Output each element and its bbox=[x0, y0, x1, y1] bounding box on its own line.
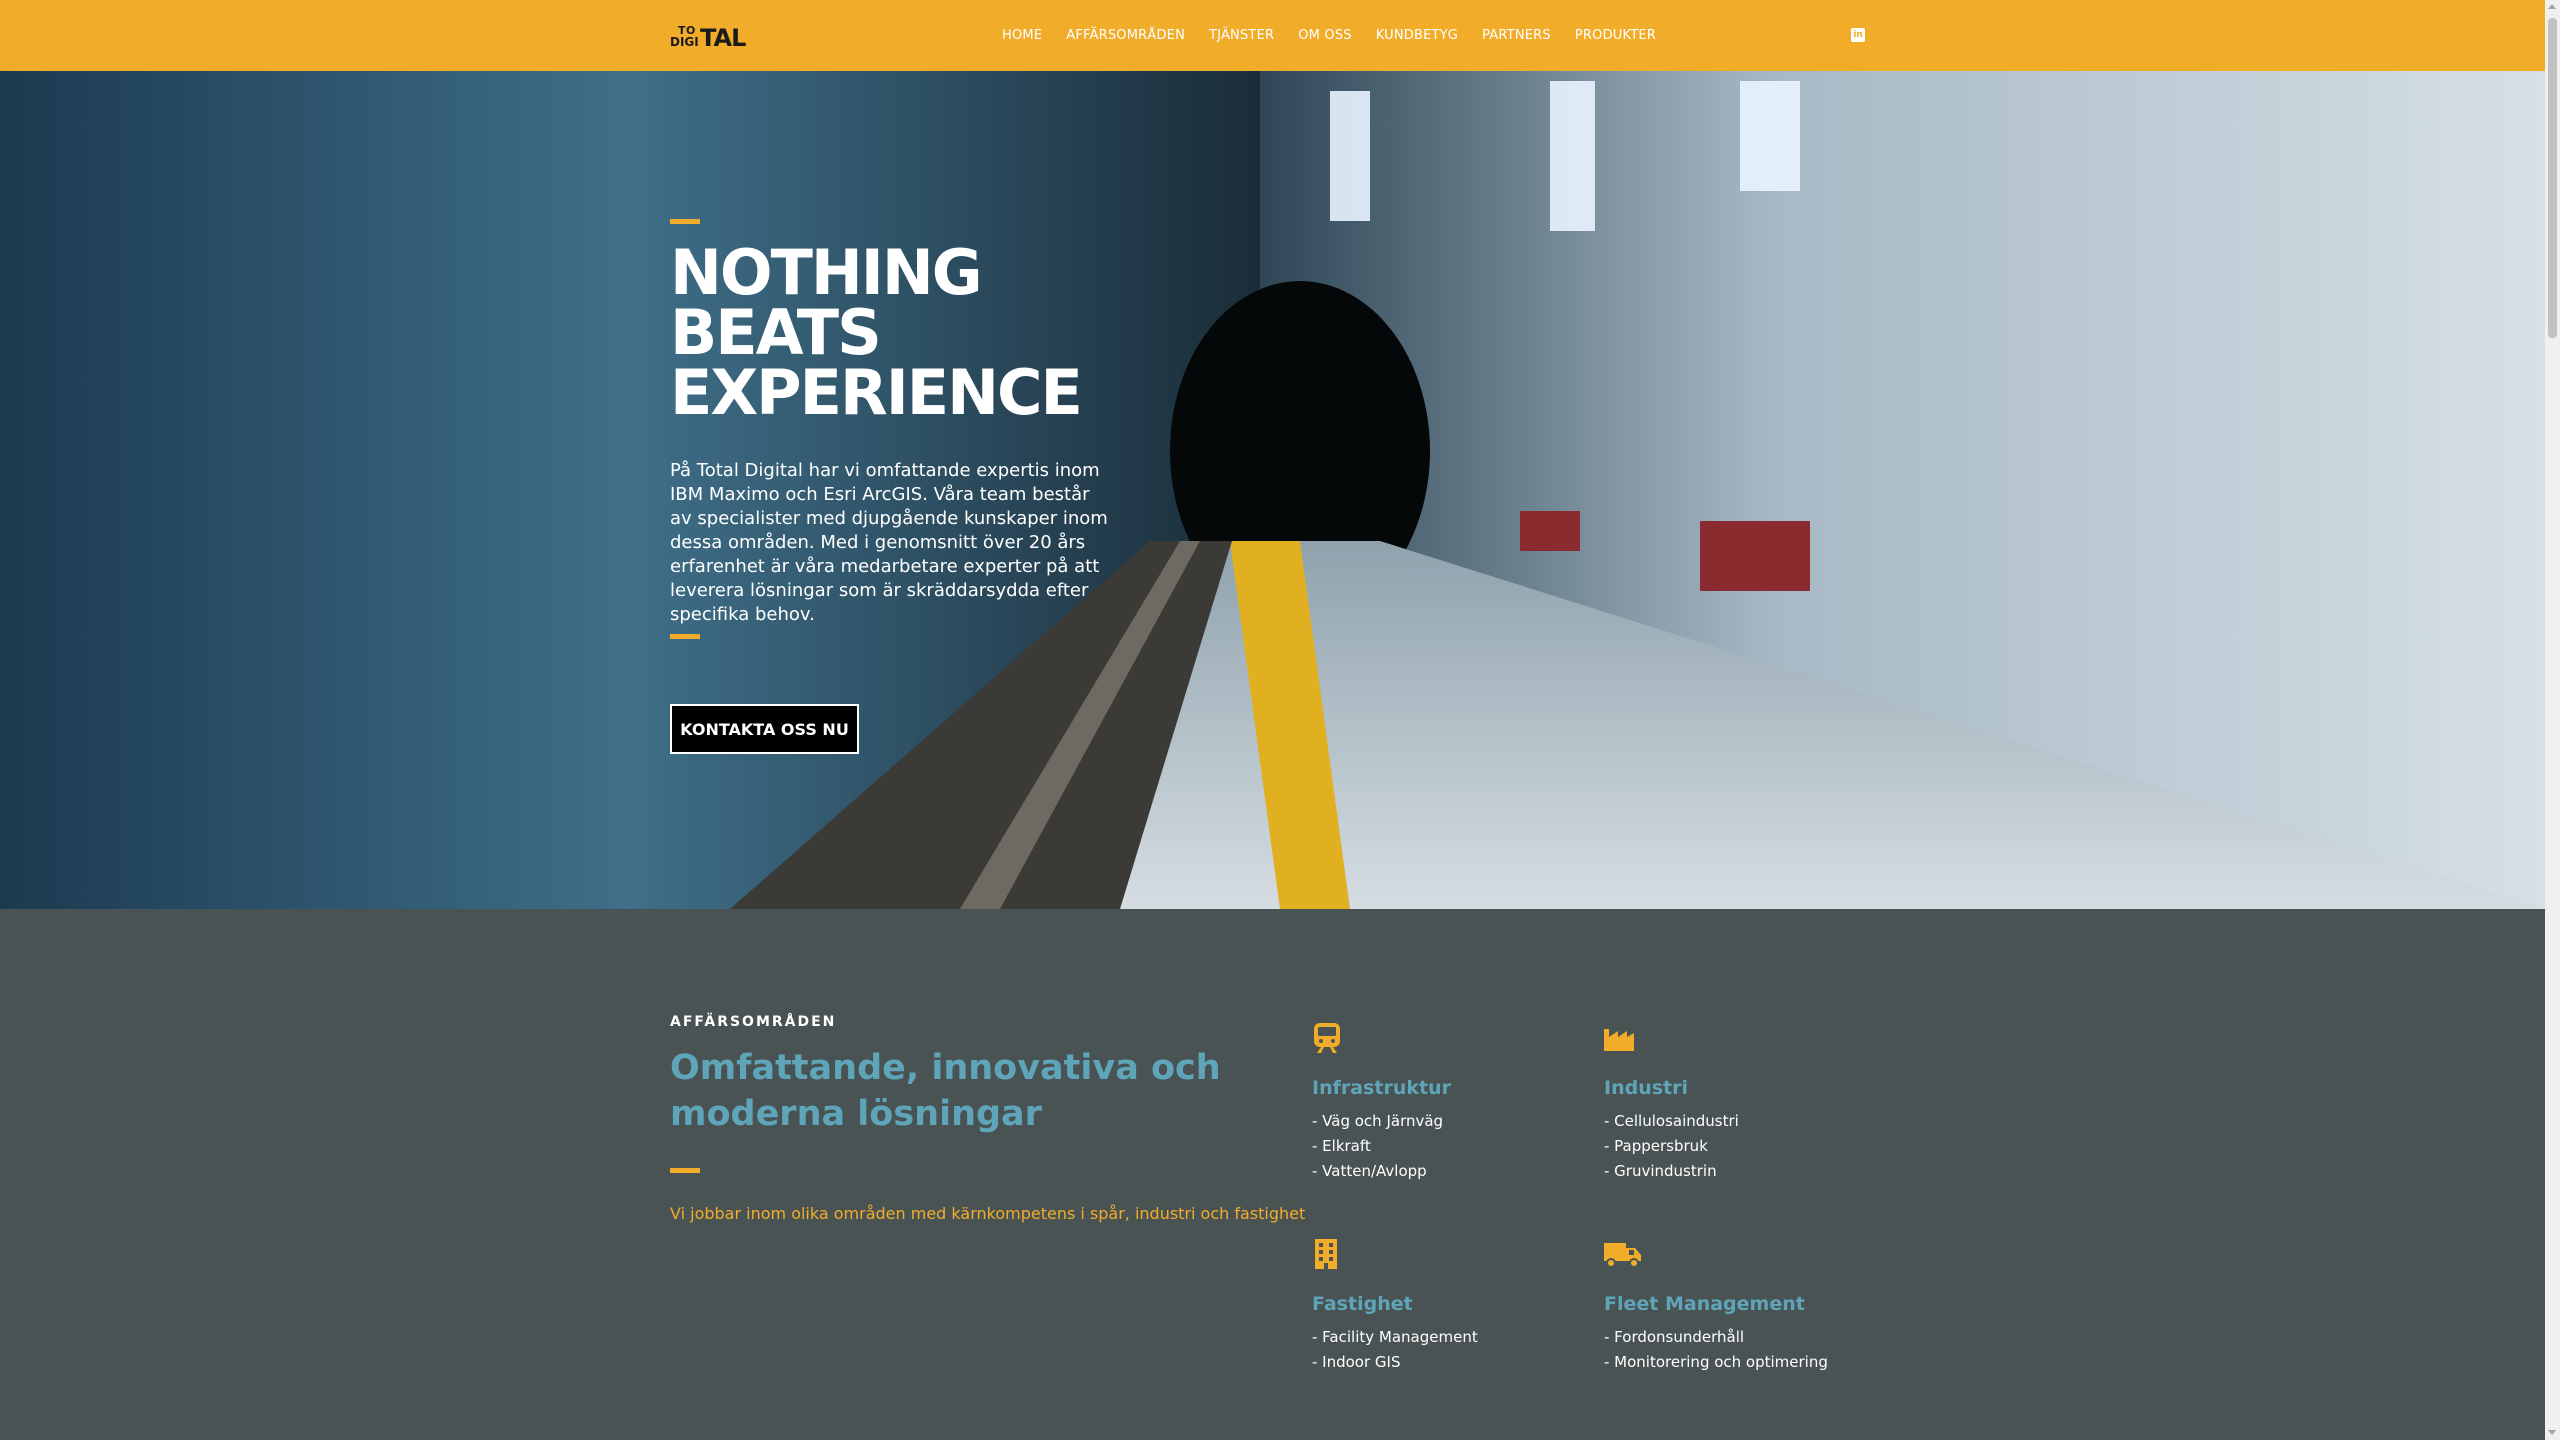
area-title[interactable]: Fastighet bbox=[1312, 1293, 1582, 1315]
scroll-down-arrow-icon[interactable] bbox=[2548, 1430, 2556, 1435]
nav-item-kundbetyg[interactable]: KUNDBETYG bbox=[1376, 28, 1458, 43]
building-icon bbox=[1315, 1239, 1337, 1269]
area-fleet-management: Fleet Management - Fordonsunderhåll - Mo… bbox=[1604, 1239, 1874, 1375]
main-menu: HOME AFFÄRSOMRÅDEN TJÄNSTER OM OSS KUNDB… bbox=[1002, 0, 1680, 71]
list-item: - Indoor GIS bbox=[1312, 1353, 1401, 1371]
area-fastighet: Fastighet - Facility Management - Indoor… bbox=[1312, 1239, 1582, 1375]
hero-accent-bar-top bbox=[670, 219, 700, 224]
area-list: - Cellulosaindustri - Pappersbruk - Gruv… bbox=[1604, 1109, 1874, 1184]
total-digital-logo[interactable]: TO DIGI TAL bbox=[670, 22, 746, 48]
train-icon bbox=[1314, 1023, 1340, 1053]
svg-text:DIGI: DIGI bbox=[670, 35, 699, 48]
scroll-up-arrow-icon[interactable] bbox=[2548, 4, 2556, 9]
area-list: - Facility Management - Indoor GIS bbox=[1312, 1325, 1582, 1375]
list-item: - Elkraft bbox=[1312, 1137, 1371, 1155]
section-description: Vi jobbar inom olika områden med kärnkom… bbox=[670, 1204, 1306, 1223]
area-list: - Väg och Järnväg - Elkraft - Vatten/Avl… bbox=[1312, 1109, 1582, 1184]
area-infrastruktur: Infrastruktur - Väg och Järnväg - Elkraf… bbox=[1312, 1023, 1582, 1184]
list-item: - Gruvindustrin bbox=[1604, 1162, 1717, 1180]
list-item: - Cellulosaindustri bbox=[1604, 1112, 1739, 1130]
linkedin-icon[interactable]: in bbox=[1851, 28, 1865, 42]
nav-item-home[interactable]: HOME bbox=[1002, 28, 1042, 43]
list-item: - Väg och Järnväg bbox=[1312, 1112, 1444, 1130]
list-item: - Facility Management bbox=[1312, 1328, 1478, 1346]
list-item: - Fordonsunderhåll bbox=[1604, 1328, 1745, 1346]
area-industri: Industri - Cellulosaindustri - Pappersbr… bbox=[1604, 1023, 1874, 1184]
top-navbar: TO DIGI TAL HOME AFFÄRSOMRÅDEN TJÄNSTER … bbox=[0, 0, 2545, 71]
factory-icon bbox=[1604, 1029, 1634, 1051]
nav-item-partners[interactable]: PARTNERS bbox=[1482, 28, 1551, 43]
list-item: - Vatten/Avlopp bbox=[1312, 1162, 1427, 1180]
area-title[interactable]: Industri bbox=[1604, 1077, 1874, 1099]
nav-item-produkter[interactable]: PRODUKTER bbox=[1575, 28, 1656, 43]
truck-icon bbox=[1604, 1243, 1641, 1268]
svg-text:TAL: TAL bbox=[700, 24, 746, 48]
contact-us-button[interactable]: KONTAKTA OSS NU bbox=[670, 704, 859, 754]
hero-title: NOTHING BEATS EXPERIENCE bbox=[670, 236, 1083, 429]
list-item: - Monitorering och optimering bbox=[1604, 1353, 1828, 1371]
hero-accent-bar-bottom bbox=[670, 634, 700, 639]
area-title[interactable]: Fleet Management bbox=[1604, 1293, 1874, 1315]
section-heading: Omfattande, innovativa och moderna lösni… bbox=[670, 1048, 1221, 1134]
page-scrollbar[interactable] bbox=[2545, 0, 2560, 1440]
section-accent-bar bbox=[670, 1168, 700, 1173]
hero-banner: NOTHING BEATS EXPERIENCE På Total Digita… bbox=[0, 71, 2545, 909]
subway-station-image bbox=[0, 71, 2545, 909]
scrollbar-thumb[interactable] bbox=[2548, 18, 2557, 338]
nav-item-affarsomraden[interactable]: AFFÄRSOMRÅDEN bbox=[1066, 28, 1185, 43]
hero-description: På Total Digital har vi omfattande exper… bbox=[670, 460, 1108, 625]
business-areas-section: AFFÄRSOMRÅDEN Omfattande, innovativa och… bbox=[0, 909, 2545, 1440]
area-title[interactable]: Infrastruktur bbox=[1312, 1077, 1582, 1099]
area-list: - Fordonsunderhåll - Monitorering och op… bbox=[1604, 1325, 1874, 1375]
nav-item-om-oss[interactable]: OM OSS bbox=[1298, 28, 1352, 43]
list-item: - Pappersbruk bbox=[1604, 1137, 1708, 1155]
section-label: AFFÄRSOMRÅDEN bbox=[670, 1014, 837, 1030]
nav-item-tjanster[interactable]: TJÄNSTER bbox=[1209, 28, 1274, 43]
